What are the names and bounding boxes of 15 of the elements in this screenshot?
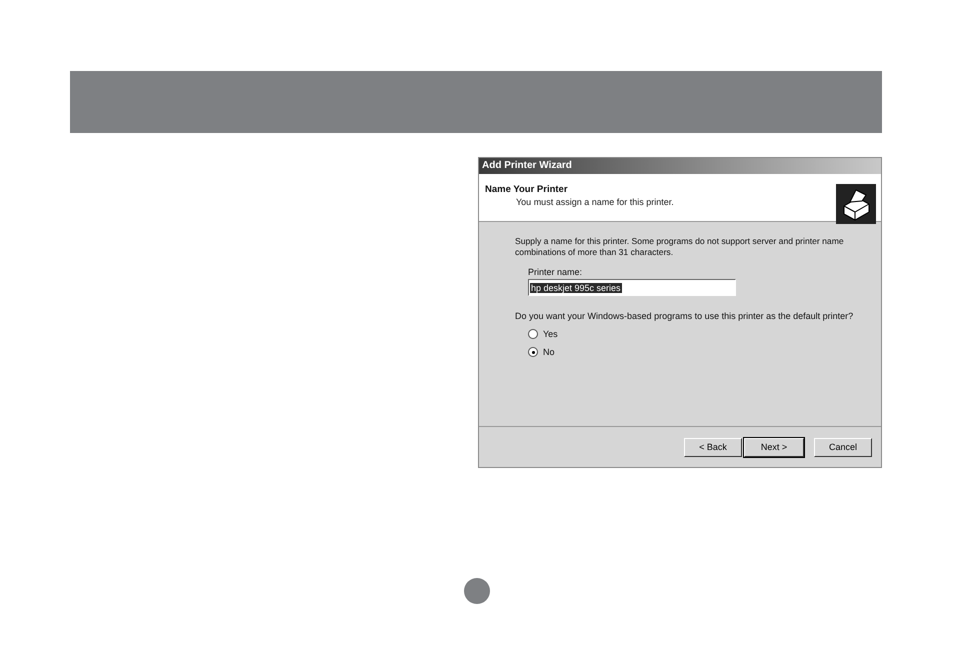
header-subtitle: You must assign a name for this printer. bbox=[516, 197, 674, 207]
description-text: Supply a name for this printer. Some programs do not support server and printer name combinations of more than 31 characters. bbox=[515, 236, 845, 258]
printer-name-field[interactable]: hp deskjet 995c series bbox=[528, 279, 736, 296]
header-title: Name Your Printer bbox=[485, 184, 569, 195]
radio-label[interactable]: Yes bbox=[543, 329, 558, 339]
field-label: Printer name: bbox=[528, 267, 584, 277]
window-title: Add Printer Wizard bbox=[479, 158, 881, 174]
radio-button[interactable] bbox=[528, 329, 538, 339]
question-text: Do you want your Windows-based programs to use this printer as the default printer? bbox=[515, 311, 854, 321]
page-dot bbox=[464, 578, 490, 604]
radio-label[interactable]: No bbox=[543, 347, 555, 357]
wizard-button[interactable]: Cancel bbox=[814, 438, 872, 456]
wizard-button[interactable]: < Back bbox=[684, 438, 742, 456]
wizard-button[interactable]: Next > bbox=[744, 438, 804, 456]
radio-button[interactable] bbox=[528, 347, 538, 357]
